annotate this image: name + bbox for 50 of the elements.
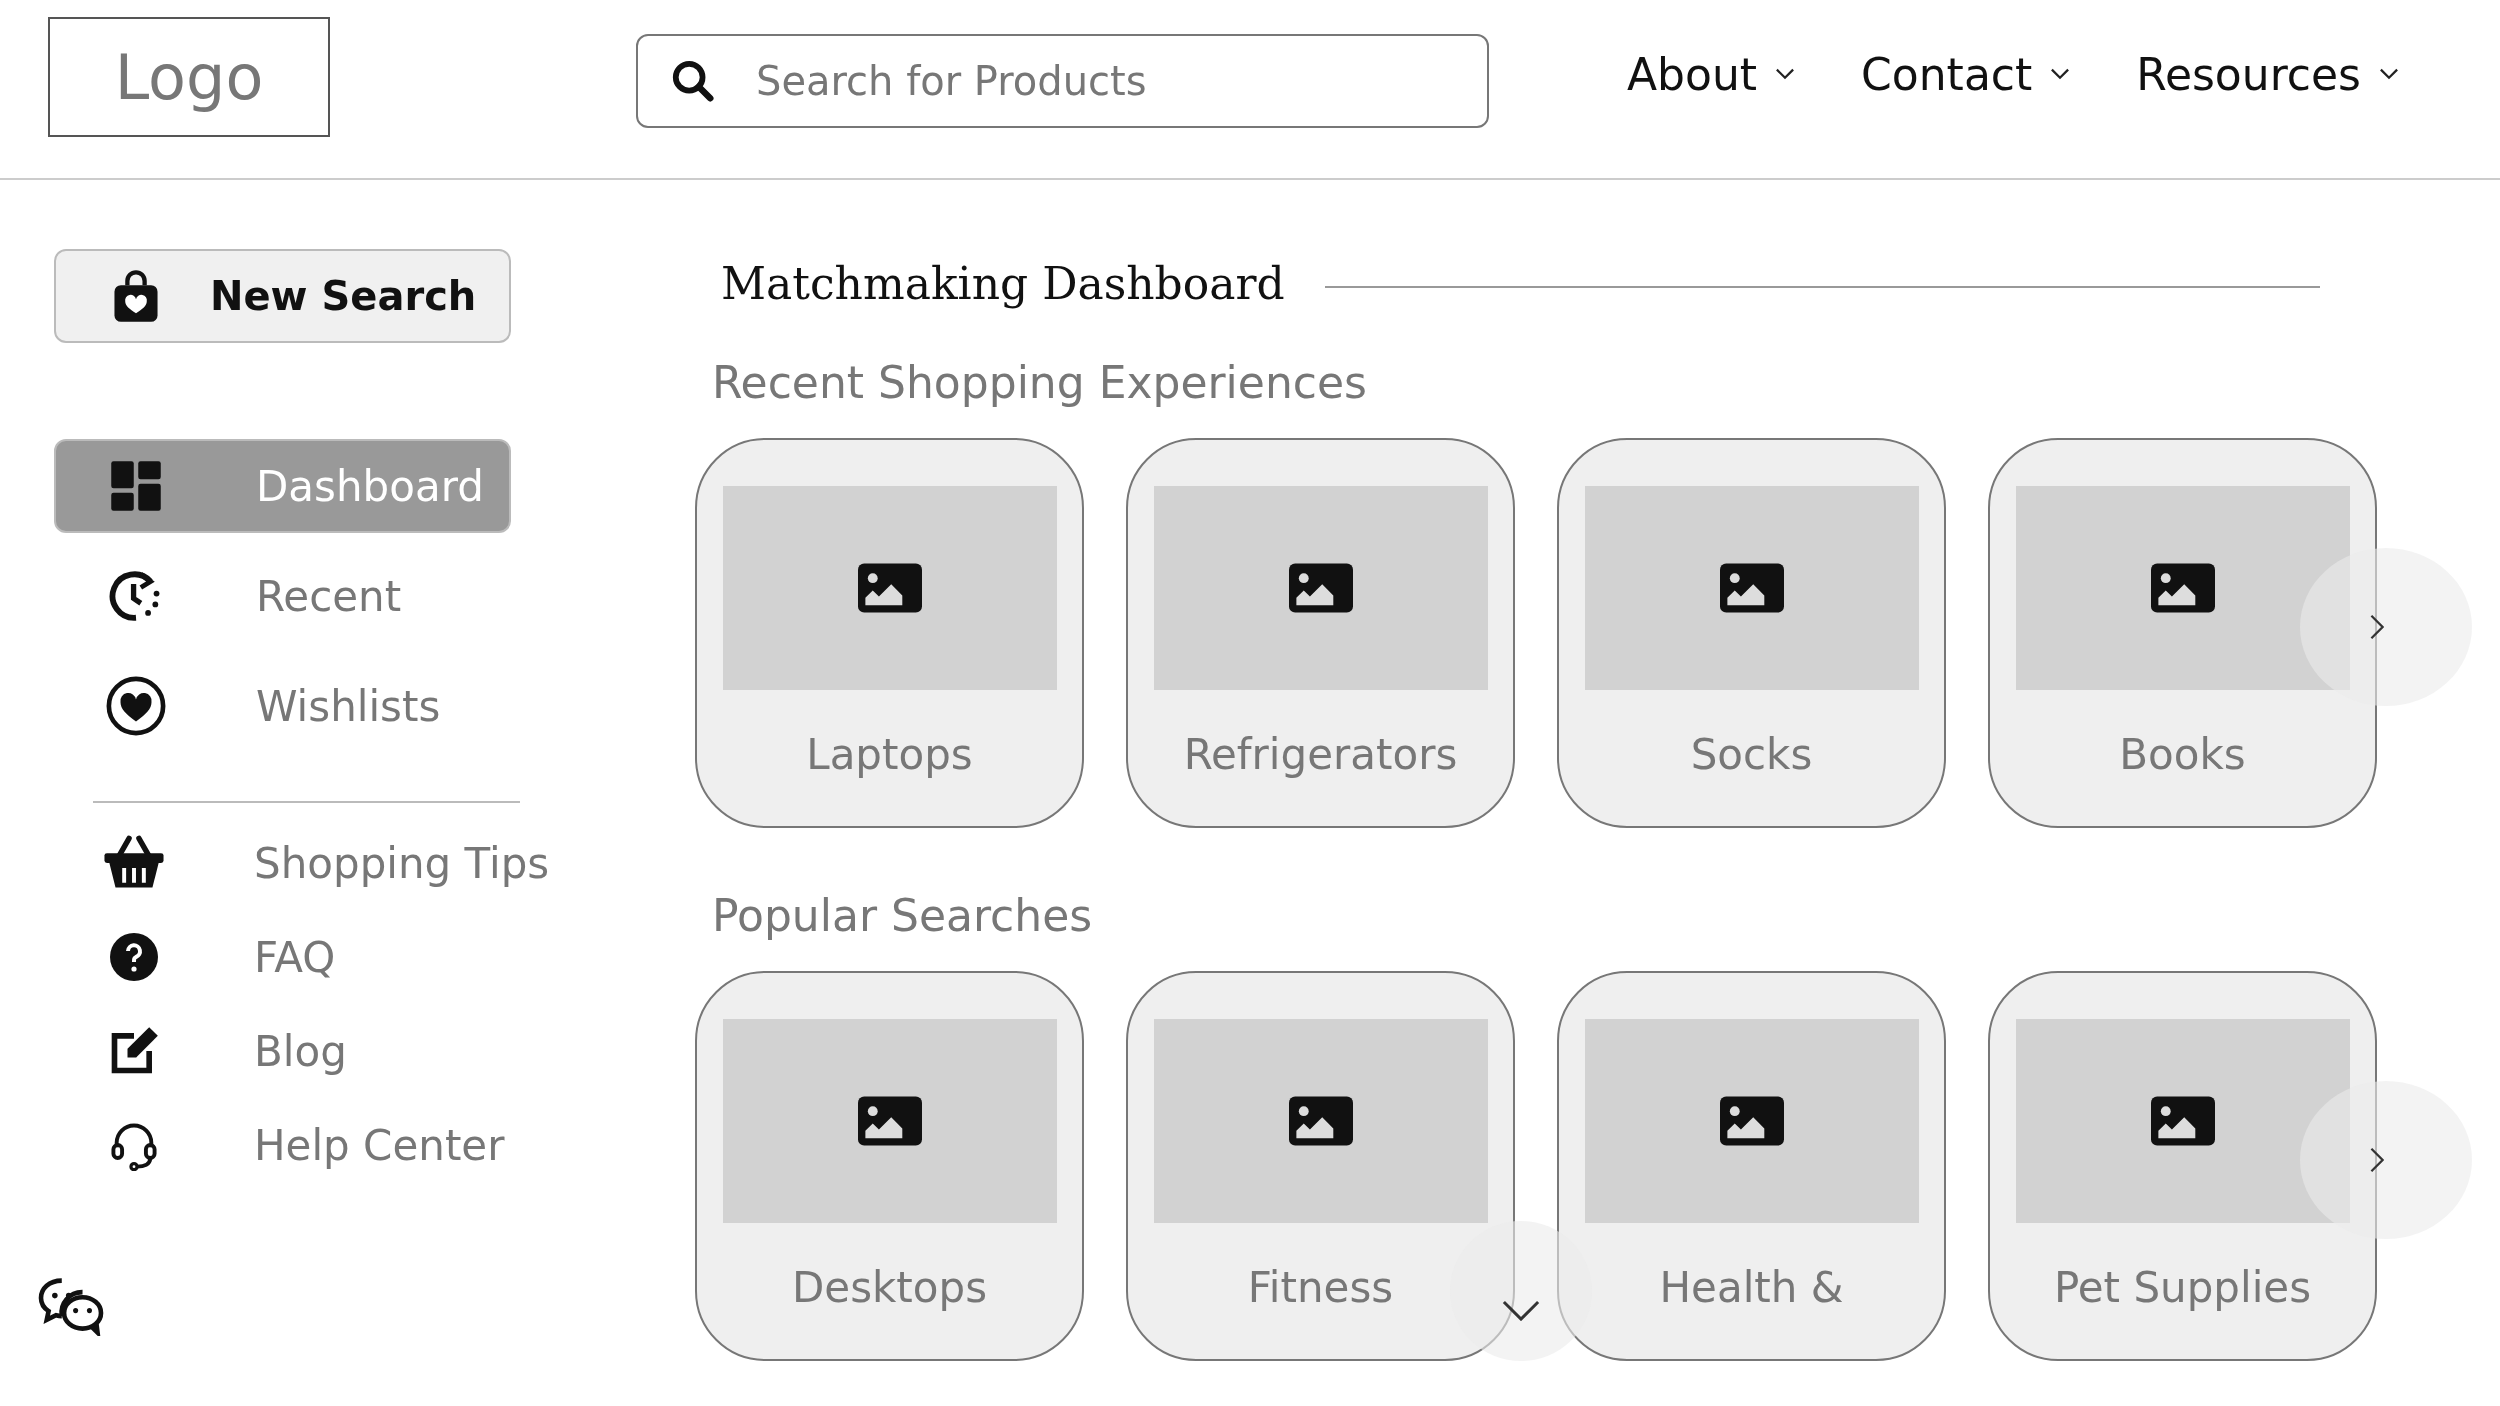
product-card[interactable]: Desktops	[695, 971, 1084, 1361]
search-field[interactable]: Search for Products	[636, 34, 1489, 128]
nav-menu[interactable]: Contact	[1861, 48, 2071, 100]
chat-icon[interactable]	[36, 1276, 106, 1336]
nav-menu[interactable]: Resources	[2136, 48, 2399, 100]
sidebar-item[interactable]: Wishlists	[54, 659, 511, 753]
card-label: Desktops	[791, 1263, 988, 1312]
sidebar-link[interactable]: FAQ	[54, 921, 641, 993]
card-label: Laptops	[806, 730, 973, 779]
caret-icon	[1775, 67, 1796, 81]
section-heading: Recent Shopping Experiences	[712, 357, 1368, 408]
caret-icon	[2379, 67, 2399, 81]
chevron-right-icon	[2370, 614, 2384, 640]
image-icon	[1719, 563, 1784, 613]
card-label: Refrigerators	[1183, 730, 1458, 779]
card-label: Socks	[1690, 730, 1813, 779]
product-card[interactable]: Socks	[1557, 438, 1946, 828]
image-icon	[1719, 1096, 1784, 1146]
card-label: Health &	[1659, 1263, 1844, 1312]
product-card[interactable]: Refrigerators	[1126, 438, 1515, 828]
chevron-right-icon	[2370, 1147, 2384, 1173]
page-title: Matchmaking Dashboard	[721, 258, 1285, 309]
product-card[interactable]: Fitness	[1126, 971, 1515, 1361]
sidebar-item[interactable]: Recent	[54, 549, 511, 643]
card-label: Fitness	[1247, 1263, 1394, 1312]
card-label: Pet Supplies	[2053, 1263, 2312, 1312]
new-search-button[interactable]: New Search	[54, 249, 511, 343]
sidebar-link[interactable]: Blog	[54, 1015, 641, 1087]
product-card[interactable]: Health &	[1557, 971, 1946, 1361]
card-label: Books	[2119, 730, 2246, 779]
image-icon	[2150, 1096, 2215, 1146]
chevron-down-icon	[1502, 1300, 1540, 1321]
help-icon	[110, 933, 158, 981]
sidebar-item[interactable]: Dashboard	[54, 439, 511, 533]
image-icon	[857, 563, 922, 613]
product-card[interactable]: Books	[1988, 438, 2377, 828]
nav-menu[interactable]: About	[1627, 48, 1796, 100]
dashboard-icon	[109, 459, 163, 513]
product-card[interactable]: Laptops	[695, 438, 1084, 828]
search-icon	[670, 58, 716, 104]
sidebar-link[interactable]: Help Center	[54, 1109, 641, 1181]
product-card[interactable]: Pet Supplies	[1988, 971, 2377, 1361]
image-icon	[2150, 563, 2215, 613]
logo: Logo	[48, 17, 330, 137]
image-icon	[857, 1096, 922, 1146]
image-icon	[1288, 563, 1353, 613]
section-heading: Popular Searches	[712, 890, 1094, 941]
image-icon	[1288, 1096, 1353, 1146]
caret-icon	[2050, 67, 2071, 81]
sidebar-link[interactable]: Shopping Tips	[54, 827, 641, 899]
